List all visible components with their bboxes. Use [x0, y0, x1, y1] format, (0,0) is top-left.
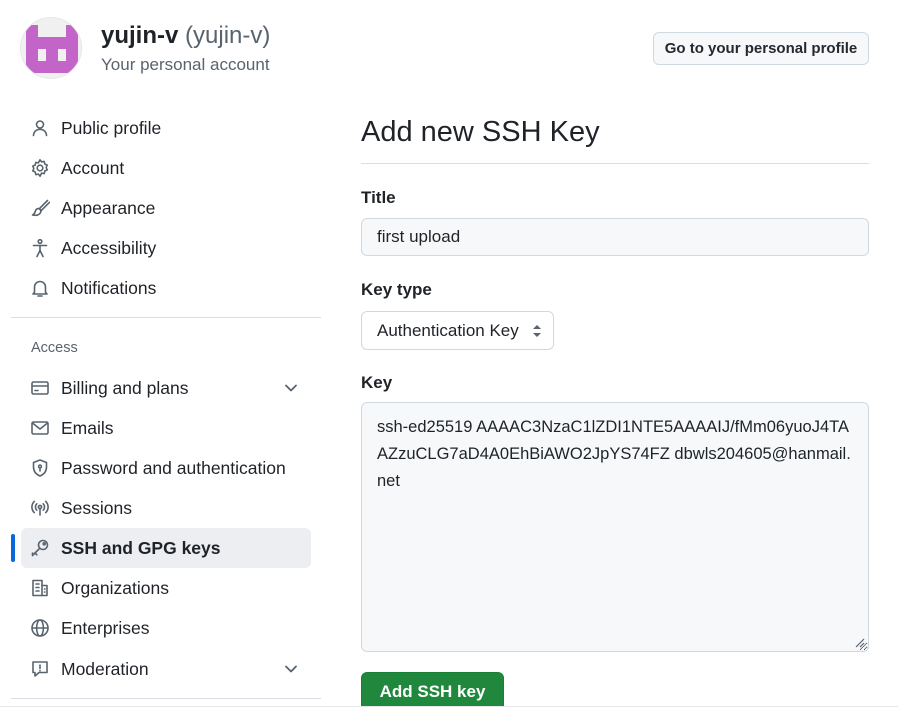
title-divider: [361, 163, 869, 164]
sidebar-item-password-authentication[interactable]: Password and authentication: [21, 448, 311, 488]
identicon-icon: [21, 18, 81, 78]
broadcast-icon: [29, 497, 51, 519]
sidebar-item-billing[interactable]: Billing and plans: [21, 368, 311, 408]
sidebar-item-label: Emails: [61, 417, 114, 438]
sidebar-item-ssh-gpg-keys[interactable]: SSH and GPG keys: [21, 528, 311, 568]
title-field-label: Title: [361, 188, 396, 207]
sidebar-item-organizations[interactable]: Organizations: [21, 568, 311, 608]
sidebar-divider: [11, 317, 321, 318]
key-icon: [29, 537, 51, 559]
sidebar-item-appearance[interactable]: Appearance: [21, 188, 311, 228]
sidebar-item-label: Notifications: [61, 277, 157, 298]
key-type-label: Key type: [361, 280, 432, 299]
sidebar-item-label: Accessibility: [61, 237, 157, 258]
add-ssh-key-button[interactable]: Add SSH key: [361, 672, 504, 709]
key-type-selected-value: Authentication Key: [377, 320, 519, 340]
active-item-indicator: [11, 534, 15, 562]
sidebar-item-public-profile[interactable]: Public profile: [21, 108, 311, 148]
sidebar-item-accessibility[interactable]: Accessibility: [21, 228, 311, 268]
avatar[interactable]: [20, 17, 82, 79]
account-header: yujin-v (yujin-v) Your personal account …: [0, 0, 898, 100]
accessibility-icon: [29, 237, 51, 259]
account-handle: (yujin-v): [185, 22, 271, 49]
select-caret-icon: [531, 323, 543, 339]
title-input[interactable]: [361, 218, 869, 256]
sidebar-item-account[interactable]: Account: [21, 148, 311, 188]
account-subtitle: Your personal account: [101, 55, 270, 74]
credit-card-icon: [29, 377, 51, 399]
sidebar-item-enterprises[interactable]: Enterprises: [21, 608, 311, 648]
chevron-down-icon[interactable]: [281, 659, 301, 679]
sidebar-item-label: Sessions: [61, 497, 133, 518]
sidebar-item-label: Account: [61, 157, 125, 178]
sidebar-item-label: Appearance: [61, 197, 156, 218]
sidebar-item-label: SSH and GPG keys: [61, 537, 221, 558]
paintbrush-icon: [29, 197, 51, 219]
person-icon: [29, 117, 51, 139]
key-textarea[interactable]: ssh-ed25519 AAAAC3NzaC1lZDI1NTE5AAAAIJ/f…: [361, 402, 869, 652]
sidebar-item-sessions[interactable]: Sessions: [21, 488, 311, 528]
sidebar-item-label: Billing and plans: [61, 377, 189, 398]
organization-icon: [29, 577, 51, 599]
sidebar-divider: [11, 698, 321, 699]
sidebar-item-notifications[interactable]: Notifications: [21, 268, 311, 308]
account-name: yujin-v (yujin-v): [101, 22, 270, 50]
go-to-profile-button[interactable]: Go to your personal profile: [653, 32, 869, 65]
sidebar-item-label: Moderation: [61, 658, 149, 679]
sidebar-item-moderation[interactable]: Moderation: [21, 649, 311, 689]
globe-icon: [29, 617, 51, 639]
sidebar-item-label: Organizations: [61, 577, 169, 598]
sidebar-section-heading-access: Access: [31, 340, 78, 356]
sidebar-item-label: Password and authentication: [61, 457, 286, 478]
key-field-label: Key: [361, 373, 393, 392]
report-icon: [29, 658, 51, 680]
sidebar-item-emails[interactable]: Emails: [21, 408, 311, 448]
key-type-select[interactable]: Authentication Key: [361, 311, 554, 350]
page-title: Add new SSH Key: [361, 116, 600, 148]
sidebar-item-label: Public profile: [61, 117, 162, 138]
chevron-down-icon[interactable]: [281, 378, 301, 398]
gear-icon: [29, 157, 51, 179]
shield-lock-icon: [29, 457, 51, 479]
mail-icon: [29, 417, 51, 439]
sidebar-item-label: Enterprises: [61, 617, 150, 638]
account-username: yujin-v: [101, 22, 179, 49]
bell-icon: [29, 277, 51, 299]
